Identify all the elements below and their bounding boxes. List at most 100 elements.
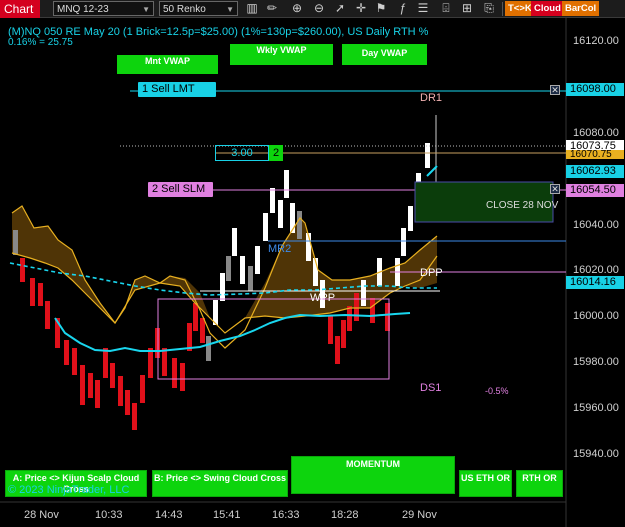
renko-brick xyxy=(232,228,237,256)
renko-brick xyxy=(240,256,245,284)
zoom-in-icon[interactable]: ⊕ xyxy=(288,1,306,16)
renko-brick xyxy=(13,230,18,255)
renko-brick xyxy=(270,188,275,213)
instrument-selector-value: MNQ 12-23 xyxy=(57,4,109,15)
price-tick: 16040.00 xyxy=(573,219,619,231)
renko-brick xyxy=(118,376,123,406)
swing-button-label: B: Price <> Swing Cloud Cross xyxy=(153,473,287,483)
secondary-price-label: 16070.75 xyxy=(566,150,624,159)
chart-trader-icon[interactable]: ⌹ xyxy=(437,1,455,16)
monthly-vwap-tag: Mnt VWAP xyxy=(117,55,218,74)
percent-info: 0.16% = 25.75 xyxy=(8,37,73,48)
strategy-icon[interactable]: ⚑ xyxy=(372,1,390,16)
renko-brick xyxy=(297,211,302,239)
renko-brick xyxy=(200,318,205,343)
renko-brick xyxy=(72,348,77,375)
renko-brick xyxy=(290,203,295,233)
wpp-label: WPP xyxy=(310,292,336,304)
renko-brick xyxy=(162,348,167,376)
price-tick: 15940.00 xyxy=(573,448,619,460)
rth-or-button[interactable]: RTH OR xyxy=(516,470,563,497)
chevron-down-icon: ▼ xyxy=(142,5,150,14)
renko-brick xyxy=(263,213,268,241)
renko-brick xyxy=(38,283,43,306)
sell-stop-price-label: 16054.50 xyxy=(566,184,624,197)
dpp-label: DPP xyxy=(420,267,443,279)
drawing-tool-icon[interactable]: ✏ xyxy=(263,1,281,16)
time-label: 16:33 xyxy=(272,509,300,521)
renko-brick xyxy=(248,266,253,291)
zoom-out-icon[interactable]: ⊖ xyxy=(310,1,328,16)
time-label: 29 Nov xyxy=(402,509,437,521)
renko-brick xyxy=(401,228,406,256)
sell-stop-market-order-tag[interactable]: 2 Sell SLM xyxy=(148,182,213,197)
dr1-label: DR1 xyxy=(420,92,443,104)
price-chart[interactable] xyxy=(0,18,625,527)
renko-brick xyxy=(370,298,375,323)
renko-brick xyxy=(220,273,225,301)
time-label: 18:28 xyxy=(331,509,359,521)
rth-or-label: RTH OR xyxy=(522,473,557,483)
renko-brick xyxy=(95,380,100,408)
indicator-lines xyxy=(9,90,566,380)
chart-toolbar: Chart MNQ 12-23 ▼ 50 Renko ▼ ▥ ✏ ⊕ ⊖ ➚ ✛… xyxy=(0,0,625,18)
barcol-toggle-button[interactable]: BarCol xyxy=(562,1,600,16)
renko-brick xyxy=(30,278,35,306)
ds1-label: DS1 xyxy=(420,382,442,394)
properties-icon[interactable]: ☰ xyxy=(414,1,432,16)
renko-brick xyxy=(328,316,333,344)
chevron-down-icon: ▼ xyxy=(226,5,234,14)
renko-brick xyxy=(341,320,346,348)
time-label: 28 Nov xyxy=(24,509,59,521)
copyright-watermark: © 2023 NinjaTrader, LLC xyxy=(8,484,130,496)
templates-icon[interactable]: ⎘ xyxy=(480,1,498,16)
swing-cloud-cross-button[interactable]: B: Price <> Swing Cloud Cross xyxy=(152,470,288,497)
window-title: Chart xyxy=(0,0,40,18)
position-quantity[interactable]: 3.00 xyxy=(215,145,269,161)
position-count-badge: 2 xyxy=(269,145,283,161)
renko-brick xyxy=(347,306,352,331)
crosshair-icon[interactable]: ✛ xyxy=(352,1,370,16)
close-28-nov-label: CLOSE 28 NOV xyxy=(486,200,559,211)
renko-brick xyxy=(172,358,177,388)
bar-type-selector[interactable]: 50 Renko ▼ xyxy=(159,1,238,16)
renko-brick xyxy=(206,336,211,361)
renko-brick xyxy=(193,303,198,331)
cancel-sell-stop-icon[interactable]: ✕ xyxy=(550,184,560,194)
price-tick: 15960.00 xyxy=(573,402,619,414)
momentum-button[interactable]: MOMENTUM xyxy=(291,456,455,494)
renko-brick xyxy=(180,363,185,391)
indicator-icon[interactable]: ƒ xyxy=(394,1,412,16)
sell-limit-order-tag[interactable]: 1 Sell LMT xyxy=(138,82,216,97)
weekly-vwap-tag: Wkly VWAP xyxy=(230,44,333,65)
cancel-sell-limit-icon[interactable]: ✕ xyxy=(550,85,560,95)
toolbar-divider xyxy=(502,2,503,16)
renko-brick xyxy=(255,246,260,274)
indicator-price-label: 16062.93 xyxy=(566,165,624,178)
time-label: 10:33 xyxy=(95,509,123,521)
dpp-price-label: 16014.16 xyxy=(566,276,624,289)
renko-brick xyxy=(361,280,366,306)
us-eth-or-button[interactable]: US ETH OR xyxy=(459,470,512,497)
instrument-selector[interactable]: MNQ 12-23 ▼ xyxy=(53,1,154,16)
price-tick: 16120.00 xyxy=(573,35,619,47)
renko-brick xyxy=(110,363,115,388)
time-label: 14:43 xyxy=(155,509,183,521)
renko-brick xyxy=(187,323,192,351)
cursor-arrow-icon[interactable]: ➚ xyxy=(331,1,349,16)
ds1-percent-label: -0.5% xyxy=(485,386,509,396)
momentum-button-label: MOMENTUM xyxy=(346,459,400,469)
mr2-label: MR2 xyxy=(268,243,292,255)
price-tick: 15980.00 xyxy=(573,356,619,368)
data-box-icon[interactable]: ⊞ xyxy=(458,1,476,16)
price-tick: 16000.00 xyxy=(573,310,619,322)
bar-chart-style-icon[interactable]: ▥ xyxy=(243,1,261,16)
daily-vwap-tag: Day VWAP xyxy=(342,44,427,65)
sell-limit-price-label: 16098.00 xyxy=(566,83,624,96)
price-tick: 16020.00 xyxy=(573,264,619,276)
renko-brick xyxy=(335,336,340,364)
renko-brick xyxy=(408,206,413,231)
renko-brick xyxy=(20,258,25,282)
price-tick: 16080.00 xyxy=(573,127,619,139)
cloud-toggle-button[interactable]: Cloud xyxy=(531,1,564,16)
